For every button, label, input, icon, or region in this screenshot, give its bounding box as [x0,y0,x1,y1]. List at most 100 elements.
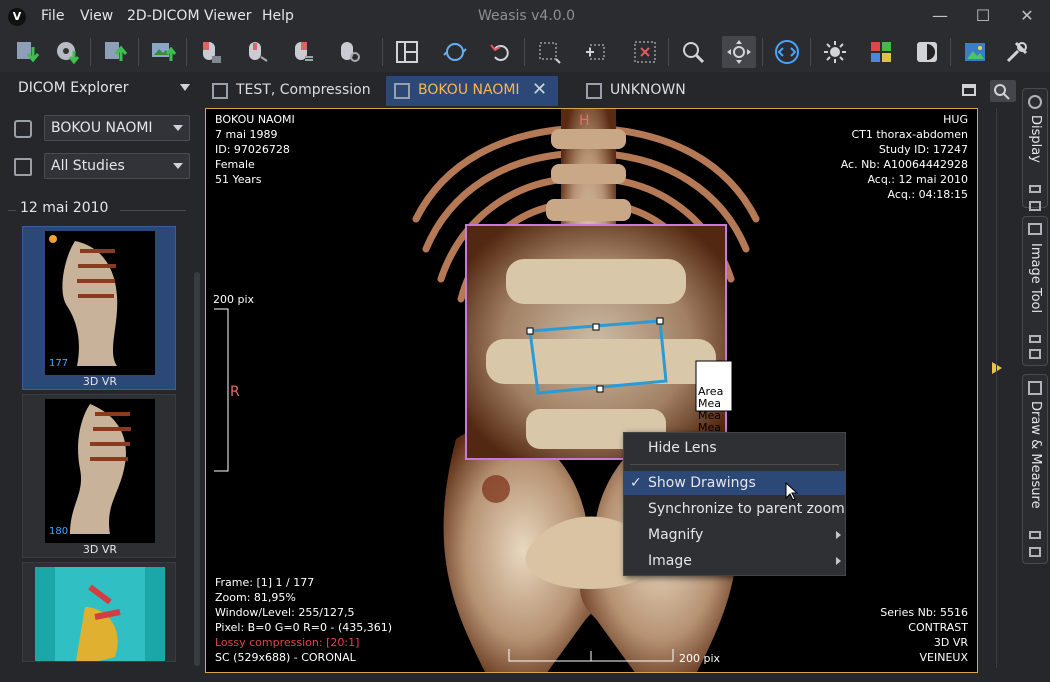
minimize-icon[interactable]: — [928,6,952,25]
export-image-icon[interactable] [146,36,180,68]
import-dicom-icon[interactable] [10,36,44,68]
patient-combo[interactable]: BOKOU NAOMI [44,115,190,141]
dicom-explorer-panel: DICOM Explorer BOKOU NAOMI All Studies 1… [8,72,200,680]
lens-context-menu: Hide Lens ✓ Show Drawings Synchronize to … [623,432,846,576]
mouse-right-action-icon[interactable] [286,36,320,68]
series-thumbnail[interactable]: 177 3D VR [22,226,176,390]
acquisition-time: Acq.: 04:18:15 [887,188,968,201]
thumbnail-image [35,567,165,661]
pin-icon[interactable] [1029,531,1041,539]
tab-unknown[interactable]: UNKNOWN [578,76,698,106]
menu-item-label: Magnify [648,527,704,543]
chevron-down-icon [173,163,183,169]
series-number: Series Nb: 5516 [880,606,968,619]
window-title: Weasis v4.0.0 [478,8,576,24]
menu-item-show-drawings[interactable]: ✓ Show Drawings [624,471,845,495]
tab-bokou-naomi[interactable]: BOKOU NAOMI ✕ [386,76,558,106]
thumbnail-image [45,399,155,543]
close-tab-icon[interactable]: ✕ [532,79,547,100]
orientation-top: H [579,113,590,129]
series-thumbnail[interactable]: 180 3D VR [22,394,176,558]
right-dock: Display Image Tool Draw & Measure [992,72,1050,672]
measure-label[interactable]: Area Mea Mea Mea [698,386,726,434]
slider-marker-icon[interactable] [992,362,1002,374]
reset-icon[interactable] [484,36,518,68]
mouse-wheel-action-icon[interactable] [332,36,366,68]
explorer-menu-chevron-icon[interactable] [180,84,190,91]
studies-combo-value: All Studies [51,158,125,174]
zoom-icon[interactable] [676,36,710,68]
delete-selection-icon[interactable] [628,36,662,68]
mouse-cursor-icon [785,482,799,501]
float-icon[interactable] [1029,547,1041,557]
viewer-tabs: TEST, Compression BOKOU NAOMI ✕ UNKNOWN [204,76,1018,106]
lut-color-icon[interactable] [864,36,898,68]
thumbnail-count: 177 [49,358,69,369]
tab-label: UNKNOWN [610,82,686,98]
layout-icon[interactable] [390,36,424,68]
study-id: Study ID: 17247 [878,143,968,156]
viewer-icon [586,83,602,99]
export-dicom-icon[interactable] [98,36,132,68]
series-thumbnail[interactable] [22,562,176,662]
menu-help[interactable]: Help [262,8,294,24]
measure-select-icon[interactable] [580,36,614,68]
tab-label: BOKOU NAOMI [418,82,520,98]
image-tool-icon[interactable] [958,36,992,68]
patient-age: 51 Years [215,173,262,186]
overlay-top-left: BOKOU NAOMI 7 mai 1989 ID: 97026728 Fema… [215,112,295,187]
menu-item-image[interactable]: Image [624,549,845,573]
series-description: 3D VR [933,636,968,649]
menu-view[interactable]: View [80,8,113,24]
image-viewport[interactable]: BOKOU NAOMI 7 mai 1989 ID: 97026728 Fema… [205,108,978,673]
tab-test-compression[interactable]: TEST, Compression [204,76,382,106]
patient-sex: Female [215,158,255,171]
image-size-info: SC (529x688) - CORONAL [215,651,356,664]
image-icon [1028,223,1042,235]
scroll-synch-icon[interactable] [770,36,804,68]
studies-combo[interactable]: All Studies [44,153,190,179]
series-contrast: CONTRAST [908,621,968,634]
pin-icon[interactable] [1029,185,1041,193]
chevron-down-icon [173,125,183,131]
menu-item-sync-zoom[interactable]: Synchronize to parent zoom [624,497,845,521]
explorer-title: DICOM Explorer [18,80,129,96]
maximize-icon[interactable]: ☐ [971,6,995,25]
dock-draw-measure[interactable]: Draw & Measure [1022,374,1048,564]
menu-item-label: Image [648,553,692,569]
overlay-top-right: HUG CT1 thorax-abdomen Study ID: 17247 A… [841,112,968,202]
menu-item-magnify[interactable]: Magnify [624,523,845,547]
birth-date: 7 mai 1989 [215,128,278,141]
submenu-arrow-icon [836,557,841,565]
mouse-middle-action-icon[interactable] [240,36,274,68]
preferences-icon[interactable] [1000,36,1034,68]
dock-display[interactable]: Display [1022,88,1048,211]
window-level-icon[interactable] [818,36,852,68]
patient-name: BOKOU NAOMI [215,113,295,126]
float-icon[interactable] [1029,349,1041,359]
import-cd-icon[interactable] [50,36,84,68]
pin-icon[interactable] [1029,335,1041,343]
menu-file[interactable]: File [41,8,64,24]
calendar-icon [14,158,32,176]
float-icon[interactable] [1029,201,1041,211]
study-description: CT1 thorax-abdomen [851,128,968,141]
explorer-scrollbar[interactable] [194,272,200,666]
main-toolbar [0,32,1050,72]
close-window-icon[interactable]: ✕ [1015,6,1039,25]
thumbnail-label: 3D VR [82,543,118,556]
maximize-view-icon[interactable] [962,84,976,96]
crosshair-select-icon[interactable] [532,36,566,68]
patient-combo-value: BOKOU NAOMI [51,120,153,136]
synch-icon[interactable] [438,36,472,68]
menu-item-label: Hide Lens [648,440,717,456]
dock-image-tool[interactable]: Image Tool [1022,216,1048,366]
menu-dicom-viewer[interactable]: 2D-DICOM Viewer [127,8,252,24]
search-icon[interactable] [990,80,1016,102]
invert-lut-icon[interactable] [910,36,944,68]
mouse-left-action-icon[interactable] [194,36,228,68]
pixel-info: Pixel: B=0 G=0 R=0 - (435,361) [215,621,393,634]
menu-item-hide-lens[interactable]: Hide Lens [624,436,845,460]
vertical-slider-track[interactable] [996,108,997,668]
pan-lens-icon[interactable] [722,36,756,68]
